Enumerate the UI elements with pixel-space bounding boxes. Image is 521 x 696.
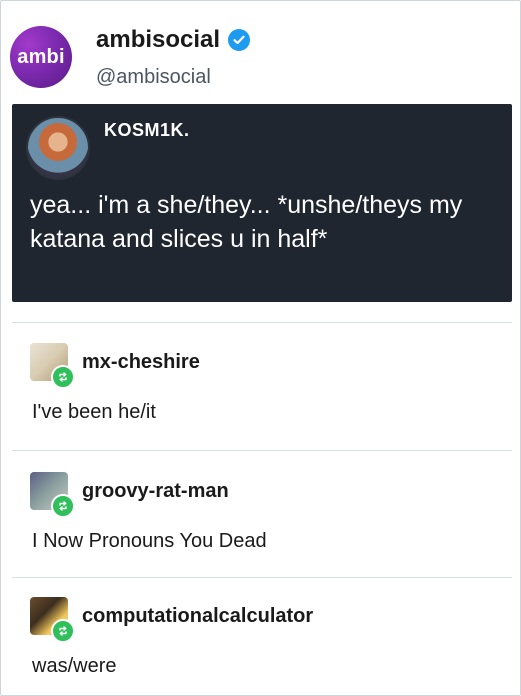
reblog-text: I Now Pronouns You Dead <box>32 530 267 552</box>
quoted-post-text: yea... i'm a she/they... *unshe/theys my… <box>30 191 463 253</box>
reblog-icon <box>51 619 75 643</box>
reblogger-avatar[interactable] <box>30 472 75 518</box>
quoted-post-card[interactable]: KOSM1K. yea... i'm a she/they... *unshe/… <box>12 104 512 302</box>
quoted-author-avatar[interactable] <box>26 116 90 180</box>
reblog-text: I've been he/it <box>32 401 156 423</box>
reblog-entry: groovy-rat-man I Now Pronouns You Dead <box>30 472 510 553</box>
reblog-text: was/were <box>32 655 117 677</box>
post-header: ambi ambisocial @ambisocial <box>10 16 510 88</box>
avatar-logo-text: ambi <box>17 45 65 68</box>
reblogger-avatar[interactable] <box>30 343 75 389</box>
author-avatar[interactable]: ambi <box>10 26 72 88</box>
reblogger-username[interactable]: computationalcalculator <box>82 605 313 628</box>
author-name-row: ambisocial <box>96 26 251 54</box>
reblog-entry: mx-cheshire I've been he/it <box>30 343 510 424</box>
quoted-author-name[interactable]: KOSM1K. <box>104 120 190 141</box>
reblogger-avatar[interactable] <box>30 597 75 643</box>
reblog-icon <box>51 365 75 389</box>
author-display-name[interactable]: ambisocial <box>96 26 220 54</box>
reblogger-username[interactable]: mx-cheshire <box>82 351 200 374</box>
divider <box>12 322 512 323</box>
divider <box>12 577 512 578</box>
divider <box>12 450 512 451</box>
reblog-icon <box>51 494 75 518</box>
author-handle[interactable]: @ambisocial <box>96 66 211 89</box>
reblog-entry: computationalcalculator was/were <box>30 597 510 678</box>
verified-check-icon <box>228 29 251 51</box>
reblogger-username[interactable]: groovy-rat-man <box>82 480 229 503</box>
